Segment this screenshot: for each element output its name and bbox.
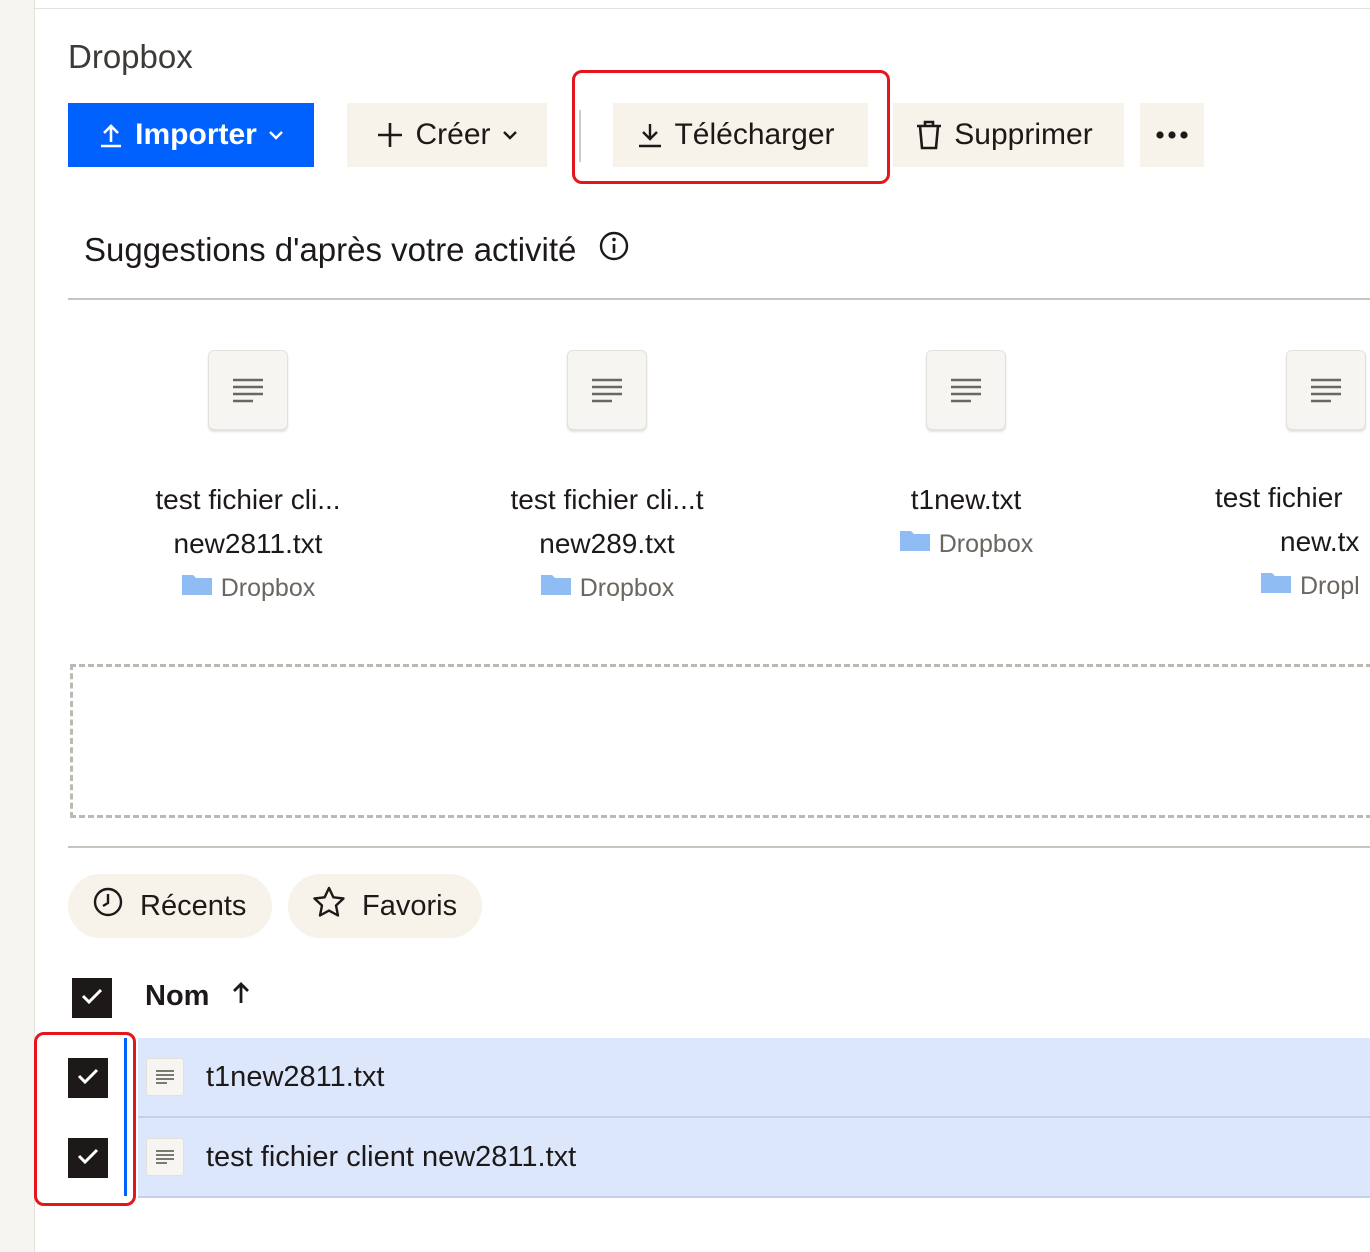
table-row[interactable]: t1new2811.txt	[138, 1038, 1370, 1118]
suggestions-title: Suggestions d'après votre activité	[84, 231, 577, 268]
select-all-checkbox[interactable]	[72, 978, 112, 1018]
drop-zone[interactable]	[70, 664, 1370, 818]
suggestion-card[interactable]: test fichier cli...t new289.txt Dropbox	[457, 350, 757, 610]
suggestion-card[interactable]: test fichier cli... new2811.txt Dropbox	[98, 350, 398, 610]
star-icon	[312, 886, 362, 926]
text-file-icon	[208, 350, 288, 430]
more-button[interactable]	[1140, 103, 1204, 167]
suggestions-heading: Suggestions d'après votre activité	[84, 230, 630, 270]
text-file-icon[interactable]	[1286, 350, 1366, 430]
top-divider	[35, 8, 1370, 9]
name-column-header[interactable]: Nom	[145, 980, 251, 1013]
text-file-icon	[926, 350, 1006, 430]
suggestion-location: Dropbox	[98, 566, 398, 610]
suggestion-location-label: Dropbox	[938, 530, 1034, 558]
text-file-icon	[146, 1058, 184, 1096]
text-file-icon	[567, 350, 647, 430]
create-button[interactable]: Créer	[347, 103, 547, 167]
recents-label: Récents	[140, 889, 247, 922]
suggestion-location: Dropbox	[457, 566, 757, 610]
delete-label: Supprimer	[954, 118, 1093, 151]
section-divider	[68, 846, 1370, 848]
left-rail	[0, 0, 35, 1252]
suggestion-name: t1new.txt	[910, 484, 1022, 515]
plus-icon	[375, 120, 405, 150]
import-button[interactable]: Importer	[68, 103, 314, 167]
checkmark-icon	[80, 986, 104, 1011]
suggestion-location-label: Dropbox	[579, 574, 675, 602]
suggestions-divider	[68, 298, 1370, 300]
folder-icon	[1260, 564, 1292, 608]
text-file-icon	[146, 1138, 184, 1176]
delete-button[interactable]: Supprimer	[893, 103, 1124, 167]
suggestion-name: test fichier	[1215, 482, 1343, 513]
download-highlight	[572, 70, 890, 184]
import-label: Importer	[135, 118, 257, 151]
suggestion-name-line2: new289.txt	[539, 528, 675, 559]
folder-icon	[181, 566, 221, 610]
info-icon[interactable]	[576, 230, 630, 270]
file-name[interactable]: test fichier client new2811.txt	[206, 1141, 576, 1174]
suggestion-name-line2: new.tx	[1280, 526, 1360, 557]
suggestion-card[interactable]: t1new.txt Dropbox	[816, 350, 1116, 566]
folder-icon	[899, 522, 939, 566]
upload-icon	[97, 121, 125, 149]
more-icon	[1155, 130, 1189, 140]
checkbox-highlight	[34, 1032, 136, 1206]
name-column-label: Nom	[145, 980, 210, 1012]
trash-icon	[914, 119, 944, 151]
suggestion-name: test fichier cli...	[155, 484, 341, 515]
suggestion-location: Dropl	[1260, 564, 1360, 608]
table-row[interactable]: test fichier client new2811.txt	[138, 1118, 1370, 1198]
folder-icon	[540, 566, 580, 610]
suggestion-location-label: Dropl	[1300, 572, 1360, 600]
page-title: Dropbox	[68, 38, 193, 75]
suggestion-name: test fichier cli...t	[510, 484, 704, 515]
suggestion-location: Dropbox	[816, 522, 1116, 566]
clock-icon	[92, 886, 140, 926]
create-label: Créer	[415, 118, 491, 151]
favorites-label: Favoris	[362, 889, 458, 922]
file-name[interactable]: t1new2811.txt	[206, 1061, 384, 1094]
recents-tab[interactable]: Récents	[68, 874, 272, 938]
chevron-down-icon	[267, 126, 285, 144]
favorites-tab[interactable]: Favoris	[288, 874, 482, 938]
suggestion-name-line2: new2811.txt	[173, 528, 323, 559]
suggestion-card-clip: test fichier new.tx Dropl	[1200, 350, 1370, 610]
chevron-down-icon	[501, 126, 519, 144]
suggestion-location-label: Dropbox	[220, 574, 316, 602]
sort-up-icon	[209, 980, 251, 1013]
